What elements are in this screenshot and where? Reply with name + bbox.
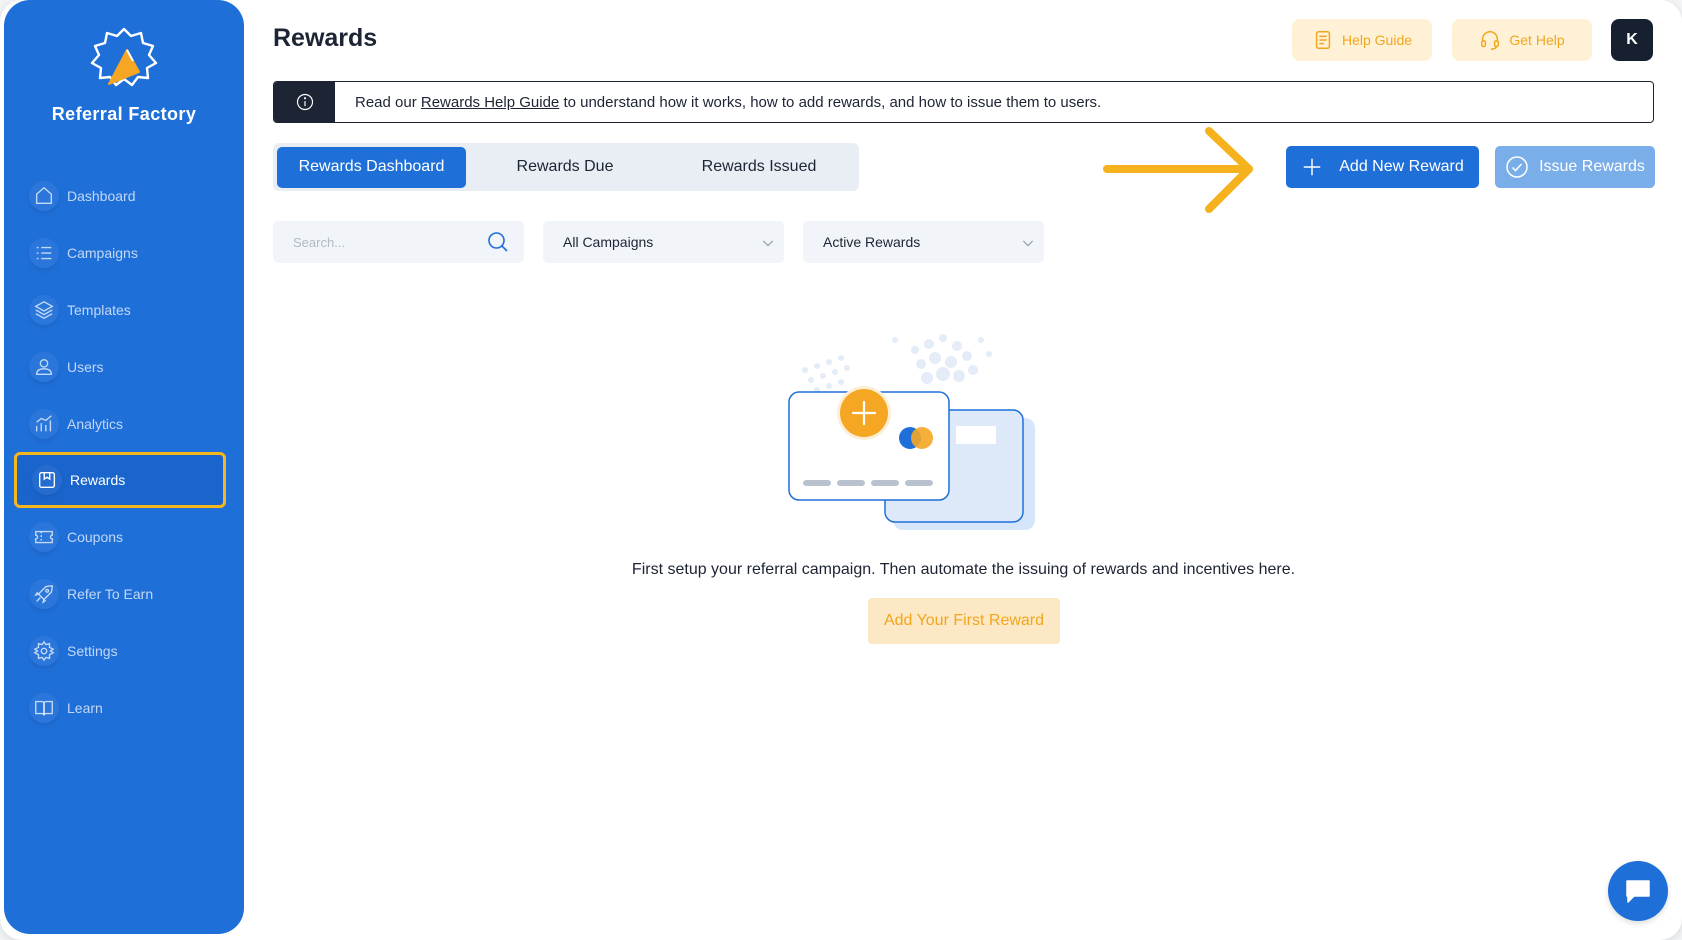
sidebar-item-label: Users <box>67 358 104 375</box>
rocket-icon <box>29 578 59 609</box>
sidebar-item-dashboard[interactable]: Dashboard <box>4 167 244 224</box>
book-icon <box>29 692 59 723</box>
campaign-select[interactable]: All Campaigns <box>543 221 784 263</box>
app-window: Referral Factory Dashboard Campaigns Tem… <box>0 0 1682 940</box>
search-input[interactable] <box>293 234 473 250</box>
empty-state-message: First setup your referral campaign. Then… <box>631 561 1296 578</box>
info-prefix: Read our <box>355 93 421 111</box>
chevron-down-icon <box>1022 240 1034 247</box>
layers-icon <box>29 294 59 325</box>
chart-icon <box>29 408 59 439</box>
sidebar-item-templates[interactable]: Templates <box>4 281 244 338</box>
user-avatar[interactable]: K <box>1611 19 1653 61</box>
sidebar-item-label: Templates <box>67 301 131 318</box>
tab-rewards-due[interactable]: Rewards Due <box>466 147 664 188</box>
sidebar-item-coupons[interactable]: Coupons <box>4 508 244 565</box>
sidebar-item-refer-to-earn[interactable]: Refer To Earn <box>4 565 244 622</box>
arrow-right-icon <box>1103 127 1253 213</box>
sidebar-item-analytics[interactable]: Analytics <box>4 395 244 452</box>
sidebar-item-label: Coupons <box>67 528 124 545</box>
status-select-value: Active Rewards <box>823 234 921 250</box>
document-icon <box>1315 31 1331 49</box>
sidebar-item-rewards[interactable]: Rewards <box>14 452 226 508</box>
check-circle-icon <box>1506 156 1528 178</box>
rewards-tabs: Rewards Dashboard Rewards Due Rewards Is… <box>273 143 859 191</box>
sidebar-item-label: Learn <box>67 699 103 716</box>
megaphone-logo-icon <box>90 27 158 87</box>
status-select[interactable]: Active Rewards <box>803 221 1044 263</box>
chevron-down-icon <box>762 240 774 247</box>
search-box <box>273 221 524 263</box>
home-icon <box>29 180 59 211</box>
tab-rewards-dashboard[interactable]: Rewards Dashboard <box>277 146 466 188</box>
rewards-help-guide-link[interactable]: Rewards Help Guide <box>421 94 559 111</box>
campaign-select-value: All Campaigns <box>563 234 654 250</box>
help-guide-label: Help Guide <box>1341 32 1413 48</box>
brand-logo[interactable]: Referral Factory <box>4 26 244 125</box>
sidebar-item-label: Refer To Earn <box>67 585 154 602</box>
list-icon <box>29 237 59 268</box>
headset-icon <box>1481 31 1500 50</box>
sidebar-item-learn[interactable]: Learn <box>4 679 244 736</box>
chat-launcher-button[interactable] <box>1608 861 1668 921</box>
brand-name: Referral Factory <box>51 104 197 124</box>
gear-icon <box>29 635 59 666</box>
add-first-reward-button[interactable]: Add Your First Reward <box>868 598 1060 644</box>
sidebar-item-label: Dashboard <box>67 187 136 204</box>
page-title: Rewards <box>273 24 378 52</box>
issue-rewards-button[interactable]: Issue Rewards <box>1495 146 1655 188</box>
sidebar-item-label: Rewards <box>70 472 126 488</box>
info-suffix: to understand how it works, how to add r… <box>559 93 1102 111</box>
get-help-button[interactable]: Get Help <box>1452 19 1592 61</box>
ticket-icon <box>29 521 59 552</box>
gift-box-icon <box>32 465 62 495</box>
plus-icon <box>1304 158 1321 176</box>
tab-rewards-issued[interactable]: Rewards Issued <box>664 147 854 188</box>
add-new-reward-button[interactable]: Add New Reward <box>1286 146 1479 188</box>
sidebar-item-label: Campaigns <box>67 244 138 261</box>
user-icon <box>29 351 59 382</box>
sidebar-nav: Dashboard Campaigns Templates Users Anal… <box>4 167 244 736</box>
sidebar-item-users[interactable]: Users <box>4 338 244 395</box>
credit-card-illustration <box>788 334 1035 530</box>
issue-rewards-label: Issue Rewards <box>1539 158 1645 175</box>
sidebar-item-label: Settings <box>67 642 118 659</box>
info-text: Read our Rewards Help Guide to understan… <box>335 94 1101 111</box>
sidebar-item-settings[interactable]: Settings <box>4 622 244 679</box>
help-guide-button[interactable]: Help Guide <box>1292 19 1432 61</box>
add-new-reward-label: Add New Reward <box>1339 158 1464 175</box>
search-icon[interactable] <box>486 230 510 254</box>
sidebar: Referral Factory Dashboard Campaigns Tem… <box>4 0 244 934</box>
sidebar-item-campaigns[interactable]: Campaigns <box>4 224 244 281</box>
info-icon <box>274 82 335 122</box>
info-banner: Read our Rewards Help Guide to understan… <box>273 81 1654 123</box>
get-help-label: Get Help <box>1509 32 1565 48</box>
sidebar-item-label: Analytics <box>67 415 124 432</box>
chat-bubble-icon <box>1626 880 1650 903</box>
